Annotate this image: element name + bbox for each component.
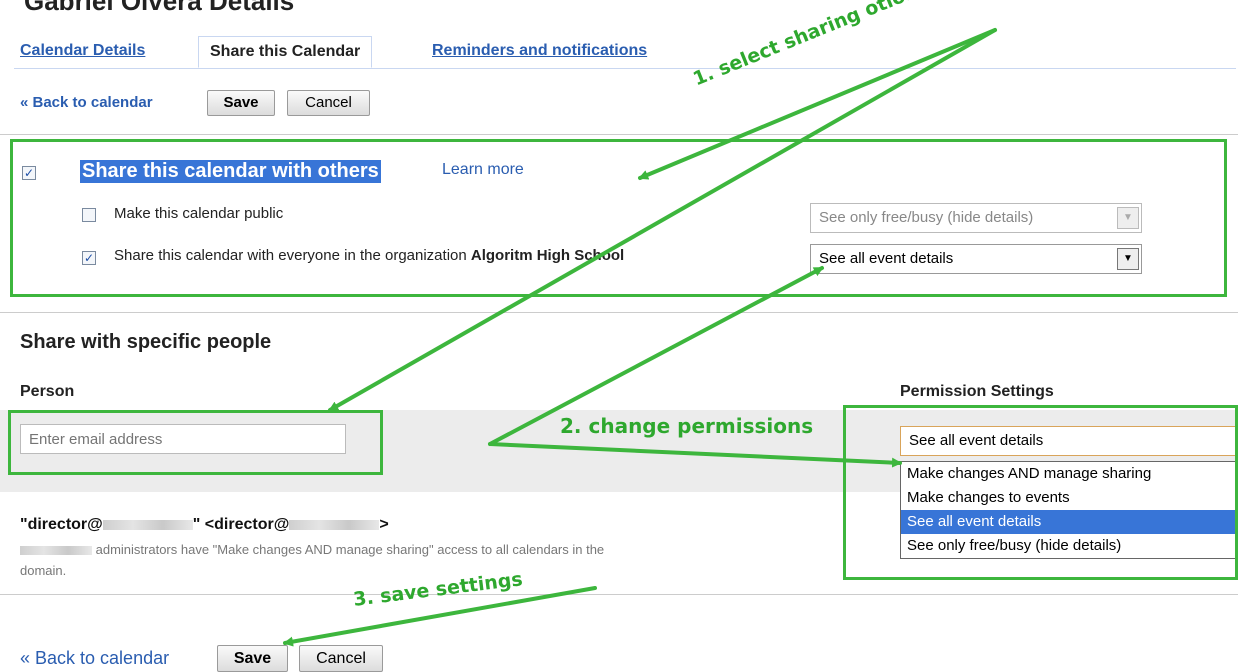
arrow-to-permission-list [488,442,902,468]
arrow-to-share-heading [638,28,997,180]
annotation-step-2: 2. change permissions [560,414,814,438]
annotation-arrows [283,28,997,647]
